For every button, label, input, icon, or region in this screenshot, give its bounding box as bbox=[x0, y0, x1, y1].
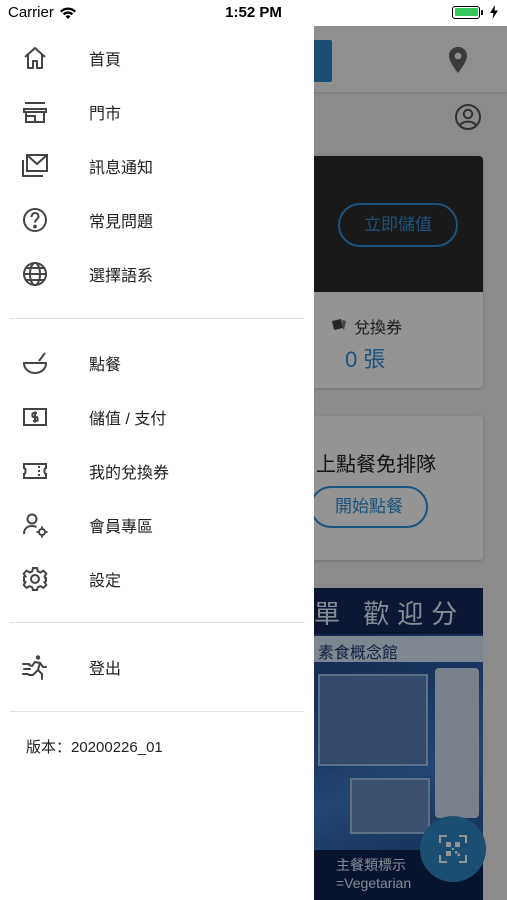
charging-bolt-icon bbox=[490, 5, 498, 19]
menu-item-notifications[interactable]: 訊息通知 bbox=[0, 143, 314, 189]
drawer-divider bbox=[10, 622, 304, 623]
menu-item-order[interactable]: 點餐 bbox=[0, 340, 314, 386]
menu-item-faq[interactable]: 常見問題 bbox=[0, 197, 314, 243]
mail-icon bbox=[20, 151, 50, 181]
menu-label: 我的兌換券 bbox=[89, 465, 170, 482]
menu-label: 首頁 bbox=[89, 52, 122, 69]
store-icon bbox=[20, 97, 50, 127]
menu-item-settings[interactable]: 設定 bbox=[0, 556, 314, 602]
menu-label: 訊息通知 bbox=[89, 160, 154, 177]
menu-label: 儲值 / 支付 bbox=[89, 411, 167, 428]
gear-icon bbox=[20, 564, 50, 594]
menu-label: 會員專區 bbox=[89, 519, 154, 536]
menu-item-topup-pay[interactable]: 儲值 / 支付 bbox=[0, 394, 314, 440]
menu-item-store[interactable]: 門市 bbox=[0, 89, 314, 135]
menu-label: 常見問題 bbox=[89, 214, 154, 231]
menu-label: 選擇語系 bbox=[89, 268, 154, 285]
clock: 1:52 PM bbox=[225, 4, 282, 21]
menu-item-language[interactable]: 選擇語系 bbox=[0, 251, 314, 297]
menu-label: 登出 bbox=[89, 661, 122, 678]
help-circle-icon bbox=[20, 205, 50, 235]
status-bar: Carrier 1:52 PM bbox=[0, 0, 507, 26]
globe-icon bbox=[20, 259, 50, 289]
drawer-divider bbox=[10, 711, 304, 712]
bowl-icon bbox=[20, 348, 50, 378]
menu-label: 設定 bbox=[89, 573, 122, 590]
menu-label: 門市 bbox=[89, 106, 122, 123]
app-version: 版本：20200226_01 bbox=[26, 739, 163, 756]
menu-label: 點餐 bbox=[89, 357, 122, 374]
drawer-divider bbox=[10, 318, 304, 319]
menu-item-member[interactable]: 會員專區 bbox=[0, 502, 314, 548]
home-icon bbox=[20, 43, 50, 73]
battery-icon bbox=[452, 5, 483, 19]
menu-item-home[interactable]: 首頁 bbox=[0, 35, 314, 81]
menu-item-logout[interactable]: 登出 bbox=[0, 644, 314, 690]
menu-item-my-coupons[interactable]: 我的兌換券 bbox=[0, 448, 314, 494]
ticket-icon bbox=[20, 456, 50, 486]
dollar-bill-icon bbox=[20, 402, 50, 432]
user-settings-icon bbox=[20, 510, 50, 540]
navigation-drawer: 首頁 門市 訊息通知 常見問題 選擇語系 點餐 儲值 / 支付 我的兌換券 會員… bbox=[0, 26, 314, 900]
run-exit-icon bbox=[20, 652, 50, 682]
battery-fill bbox=[454, 8, 478, 16]
